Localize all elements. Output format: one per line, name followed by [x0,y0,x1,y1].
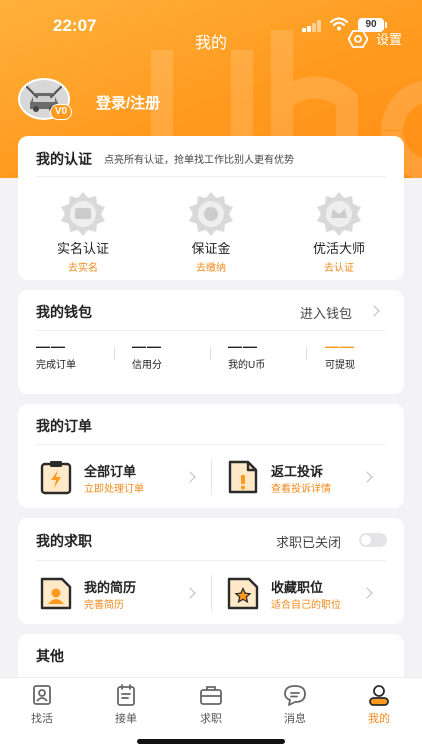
home-indicator [137,739,285,744]
tab-label: 找活 [31,713,53,725]
order-list-icon [117,684,135,706]
cert-action: 去实名 [68,263,98,274]
cert-item-master[interactable]: 优活大师 去认证 [284,190,394,274]
find-work-icon [33,685,51,705]
entry-title: 返工投诉 [271,464,324,479]
stat-value: —— [132,338,162,354]
enter-wallet-link[interactable]: 进入钱包 [300,303,352,322]
job-search-status-label: 求职已关闭 [276,535,342,550]
settings-label: 设置 [376,32,403,47]
tab-messages[interactable]: 消息 [265,684,325,726]
id-card-badge-icon [61,192,105,236]
cert-name: 实名认证 [56,241,109,256]
tab-label: 求职 [200,713,222,725]
my-resume-entry[interactable]: 我的简历 完善简历 [38,575,203,611]
cert-action: 去缴纳 [196,263,226,274]
job-search-card: 我的求职 求职已关闭 我的简历 完善简历 收藏职位 适合自己的职位 [18,518,404,624]
tab-label: 接单 [115,713,137,725]
divider [36,444,386,445]
certification-title: 我的认证 [36,151,92,167]
entry-subtitle: 适合自己的职位 [271,600,341,611]
briefcase-icon [200,686,222,705]
stat-completed-orders[interactable]: —— 完成订单 [36,338,76,371]
divider [36,330,386,331]
clipboard-bolt-icon [40,461,72,495]
certification-subtitle: 点亮所有认证，抢单找工作比别人更有优势 [104,155,294,166]
certification-card: 我的认证 点亮所有认证，抢单找工作比别人更有优势 实名认证 去实名 保证金 去缴… [18,136,404,280]
wallet-title: 我的钱包 [36,304,92,320]
divider [36,176,386,177]
document-warning-icon [228,460,258,494]
login-register-link[interactable]: 登录/注册 [96,92,160,113]
stat-label: 信用分 [132,360,162,371]
gear-icon [348,29,368,48]
entry-title: 全部订单 [84,464,137,479]
job-search-toggle[interactable] [359,533,387,547]
job-search-title: 我的求职 [36,533,92,549]
stat-credit-score[interactable]: —— 信用分 [132,338,162,371]
stat-label: 我的U币 [228,360,266,371]
chevron-right-icon [368,305,380,317]
orders-title: 我的订单 [36,418,92,434]
divider [211,575,212,611]
entry-title: 收藏职位 [271,580,324,595]
deposit-badge-icon [189,192,233,236]
chat-bubble-icon [284,685,306,706]
entry-subtitle: 完善简历 [84,600,124,611]
other-title: 其他 [36,648,64,664]
entry-subtitle: 查看投诉详情 [271,484,331,495]
cert-item-deposit[interactable]: 保证金 去缴纳 [156,190,266,274]
tab-job-search[interactable]: 求职 [181,684,241,726]
stat-value: —— [228,338,258,354]
stat-value: —— [36,338,66,354]
person-icon [369,685,389,706]
divider [36,560,386,561]
settings-button[interactable]: 设置 [348,29,402,48]
tab-label: 我的 [368,713,390,725]
master-badge-icon [317,192,361,236]
orders-card: 我的订单 全部订单 立即处理订单 返工投诉 查看投诉详情 [18,404,404,508]
tab-take-orders[interactable]: 接单 [96,684,156,726]
stat-withdrawable[interactable]: —— 可提现 [325,338,355,371]
divider [306,347,307,359]
cert-action: 去认证 [324,263,354,274]
tab-label: 消息 [284,713,306,725]
entry-title: 我的简历 [84,580,137,595]
stat-label: 可提现 [325,360,355,371]
cert-name: 保证金 [191,241,231,256]
cert-item-real-name[interactable]: 实名认证 去实名 [28,190,138,274]
document-star-icon [227,577,259,610]
entry-subtitle: 立即处理订单 [84,484,144,495]
stat-label: 完成订单 [36,360,76,371]
all-orders-entry[interactable]: 全部订单 立即处理订单 [38,459,203,495]
stat-value: —— [325,338,355,354]
divider [211,459,212,495]
cert-name: 优活大师 [312,241,365,256]
wallet-card: 我的钱包 进入钱包 —— 完成订单 —— 信用分 —— 我的U币 —— 可提现 [18,290,404,394]
divider [210,347,211,359]
tab-find-work[interactable]: 找活 [12,684,72,726]
tab-mine[interactable]: 我的 [349,684,409,726]
stat-u-coins[interactable]: —— 我的U币 [228,338,265,371]
level-badge: V0 [50,104,72,120]
divider [114,347,115,359]
resume-icon [40,577,72,610]
